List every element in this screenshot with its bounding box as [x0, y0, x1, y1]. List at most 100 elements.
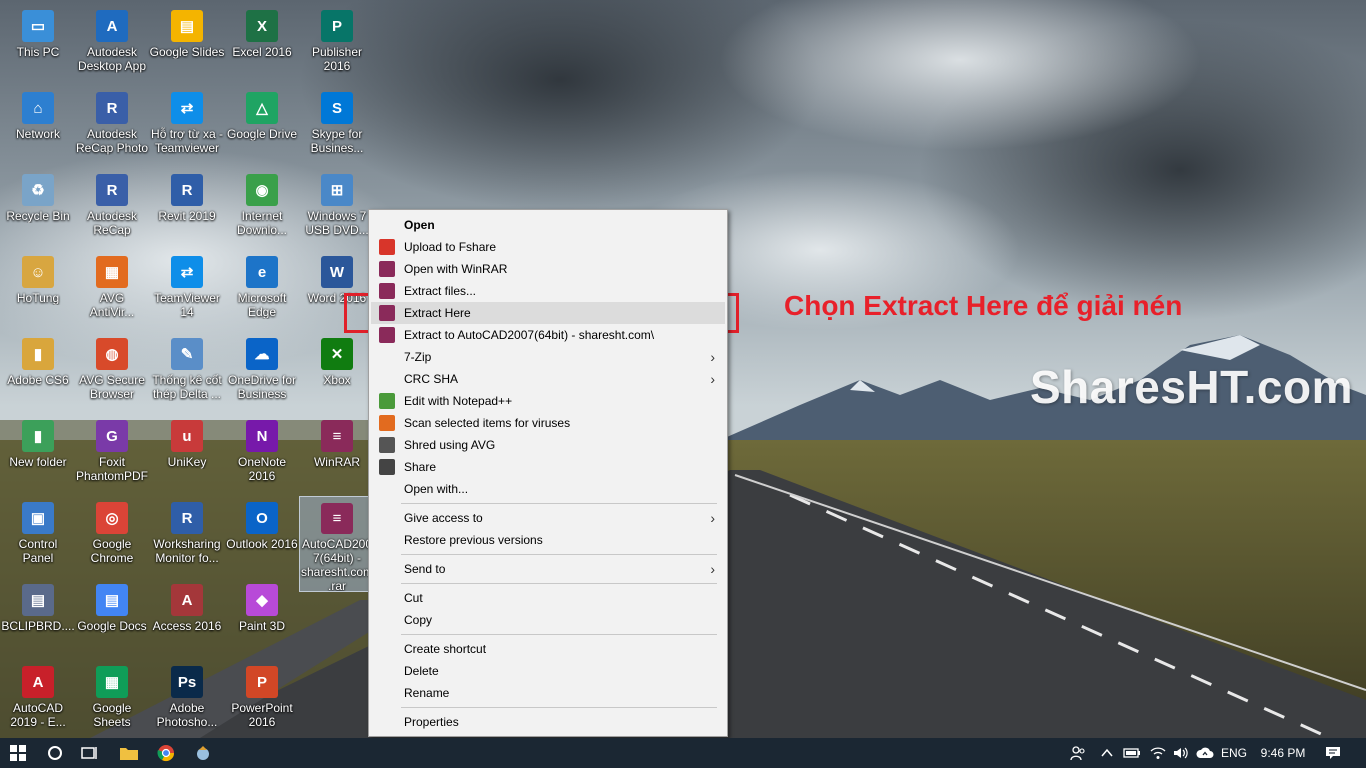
menu-item-restore-previous-versions[interactable]: Restore previous versions: [371, 529, 725, 551]
menu-item-shred-using-avg[interactable]: Shred using AVG: [371, 434, 725, 456]
desktop-icon[interactable]: ▦ AVG AntiVir...: [74, 250, 150, 330]
desktop-icon[interactable]: △ Google Drive: [224, 86, 300, 166]
desktop-icon[interactable]: Ps Adobe Photosho...: [149, 660, 225, 740]
desktop-icon[interactable]: A Access 2016: [149, 578, 225, 658]
menu-item-share[interactable]: Share: [371, 456, 725, 478]
menu-item-extract-here[interactable]: Extract Here: [371, 302, 725, 324]
desktop-icon[interactable]: P Publisher 2016: [299, 4, 375, 84]
desktop-icon[interactable]: O Outlook 2016: [224, 496, 300, 576]
desktop-icon[interactable]: ◍ AVG Secure Browser: [74, 332, 150, 412]
menu-item-cut[interactable]: Cut: [371, 587, 725, 609]
action-center-button[interactable]: [1320, 738, 1346, 768]
desktop-icon[interactable]: P PowerPoint 2016: [224, 660, 300, 740]
menu-item-copy[interactable]: Copy: [371, 609, 725, 631]
desktop-icon[interactable]: u UniKey: [149, 414, 225, 494]
desktop-icon[interactable]: e Microsoft Edge: [224, 250, 300, 330]
menu-item-delete[interactable]: Delete: [371, 660, 725, 682]
chevron-right-icon: ›: [710, 561, 715, 577]
xbox-icon: ✕: [321, 338, 353, 370]
menu-item-label: Share: [404, 460, 437, 474]
search-button[interactable]: [38, 738, 72, 768]
desktop-icon-label: UniKey: [167, 455, 207, 469]
file-explorer-button[interactable]: [112, 738, 146, 768]
desktop-icon[interactable]: X Excel 2016: [224, 4, 300, 84]
clock[interactable]: 9:46 PM: [1256, 738, 1310, 768]
desktop-icon-label: OneDrive for Business: [227, 373, 297, 401]
desktop-icon[interactable]: ≡ WinRAR: [299, 414, 375, 494]
desktop-icon[interactable]: ⇄ Hỗ trợ từ xa - Teamviewer: [149, 86, 225, 166]
desktop-icon[interactable]: ✕ Xbox: [299, 332, 375, 412]
desktop-icon[interactable]: S Skype for Busines...: [299, 86, 375, 166]
menu-item-label: Open with...: [404, 482, 469, 496]
access-icon: A: [171, 584, 203, 616]
desktop-icon[interactable]: ▤ Google Docs: [74, 578, 150, 658]
desktop-icon[interactable]: ⌂ Network: [0, 86, 76, 166]
outlook-icon: O: [246, 502, 278, 534]
menu-item-scan-for-viruses[interactable]: Scan selected items for viruses: [371, 412, 725, 434]
desktop-icon-label: Thống kê cốt thép Delta ...: [152, 373, 222, 401]
wifi-button[interactable]: [1146, 738, 1170, 768]
desktop-icon[interactable]: G Foxit PhantomPDF: [74, 414, 150, 494]
battery-icon: [1123, 748, 1140, 758]
menu-item-crc-sha[interactable]: CRC SHA ›: [371, 368, 725, 390]
desktop-icon[interactable]: ⊞ Windows 7 USB DVD...: [299, 168, 375, 248]
desktop-icon[interactable]: ◎ Google Chrome: [74, 496, 150, 576]
desktop-icon[interactable]: ✎ Thống kê cốt thép Delta ...: [149, 332, 225, 412]
start-button[interactable]: [0, 738, 36, 768]
people-button[interactable]: [1066, 738, 1090, 768]
desktop-icon[interactable]: ▮ New folder: [0, 414, 76, 494]
desktop-icon[interactable]: A AutoCAD 2019 - E...: [0, 660, 76, 740]
desktop-icon-label: BCLIPBRD....: [1, 619, 75, 633]
desktop-icon[interactable]: ▤ Google Slides: [149, 4, 225, 84]
desktop-icon[interactable]: N OneNote 2016: [224, 414, 300, 494]
desktop-icon[interactable]: ▤ BCLIPBRD....: [0, 578, 76, 658]
menu-item-open[interactable]: Open: [371, 214, 725, 236]
chrome-taskbar-button[interactable]: [149, 738, 183, 768]
menu-item-edit-with-notepadpp[interactable]: Edit with Notepad++: [371, 390, 725, 412]
menu-item-open-with-winrar[interactable]: Open with WinRAR: [371, 258, 725, 280]
desktop-icon[interactable]: ☺ HoTung: [0, 250, 76, 330]
recap-icon: R: [96, 174, 128, 206]
desktop-icon[interactable]: R Autodesk ReCap Photo: [74, 86, 150, 166]
app-taskbar-button[interactable]: [186, 738, 220, 768]
desktop-icon[interactable]: R Autodesk ReCap: [74, 168, 150, 248]
volume-button[interactable]: [1170, 738, 1192, 768]
desktop-icon[interactable]: ▮ Adobe CS6: [0, 332, 76, 412]
powerpoint-icon: P: [246, 666, 278, 698]
menu-item-open-with[interactable]: Open with...: [371, 478, 725, 500]
menu-item-extract-files[interactable]: Extract files...: [371, 280, 725, 302]
input-language-indicator[interactable]: ENG: [1218, 738, 1250, 768]
desktop-icon[interactable]: ▭ This PC: [0, 4, 76, 84]
desktop-icon[interactable]: R Worksharing Monitor fo...: [149, 496, 225, 576]
desktop-icon[interactable]: ▦ Google Sheets: [74, 660, 150, 740]
desktop-icon[interactable]: ♻ Recycle Bin: [0, 168, 76, 248]
desktop-icon[interactable]: ⇄ TeamViewer 14: [149, 250, 225, 330]
desktop-icon-label: OneNote 2016: [237, 455, 287, 483]
unikey-icon: u: [171, 420, 203, 452]
task-view-button[interactable]: [72, 738, 106, 768]
desktop-icon[interactable]: R Revit 2019: [149, 168, 225, 248]
idm-icon: ◉: [246, 174, 278, 206]
desktop-icon-label: Excel 2016: [232, 45, 292, 59]
menu-item-extract-to-folder[interactable]: Extract to AutoCAD2007(64bit) - sharesht…: [371, 324, 725, 346]
desktop-icon[interactable]: ◉ Internet Downlo...: [224, 168, 300, 248]
desktop-icon[interactable]: ☁ OneDrive for Business: [224, 332, 300, 412]
show-hidden-icons-button[interactable]: [1096, 738, 1118, 768]
onedrive-tray-button[interactable]: [1194, 738, 1216, 768]
menu-item-7zip[interactable]: 7-Zip ›: [371, 346, 725, 368]
desktop-icon[interactable]: ≡ AutoCAD200 7(64bit) - sharesht.com .rar: [299, 496, 375, 592]
menu-item-upload-to-fshare[interactable]: Upload to Fshare: [371, 236, 725, 258]
desktop-icon-label: Windows 7 USB DVD...: [305, 209, 369, 237]
winrar-icon: [379, 261, 395, 277]
desktop-icon[interactable]: A Autodesk Desktop App: [74, 4, 150, 84]
menu-item-give-access-to[interactable]: Give access to ›: [371, 507, 725, 529]
menu-item-create-shortcut[interactable]: Create shortcut: [371, 638, 725, 660]
menu-item-properties[interactable]: Properties: [371, 711, 725, 733]
desktop-icon[interactable]: ◆ Paint 3D: [224, 578, 300, 658]
menu-item-send-to[interactable]: Send to ›: [371, 558, 725, 580]
battery-button[interactable]: [1120, 738, 1144, 768]
desktop-icon-label: Google Sheets: [92, 701, 132, 729]
watermark: SharesHT.com: [1030, 361, 1354, 413]
menu-item-rename[interactable]: Rename: [371, 682, 725, 704]
desktop-icon[interactable]: ▣ Control Panel: [0, 496, 76, 576]
